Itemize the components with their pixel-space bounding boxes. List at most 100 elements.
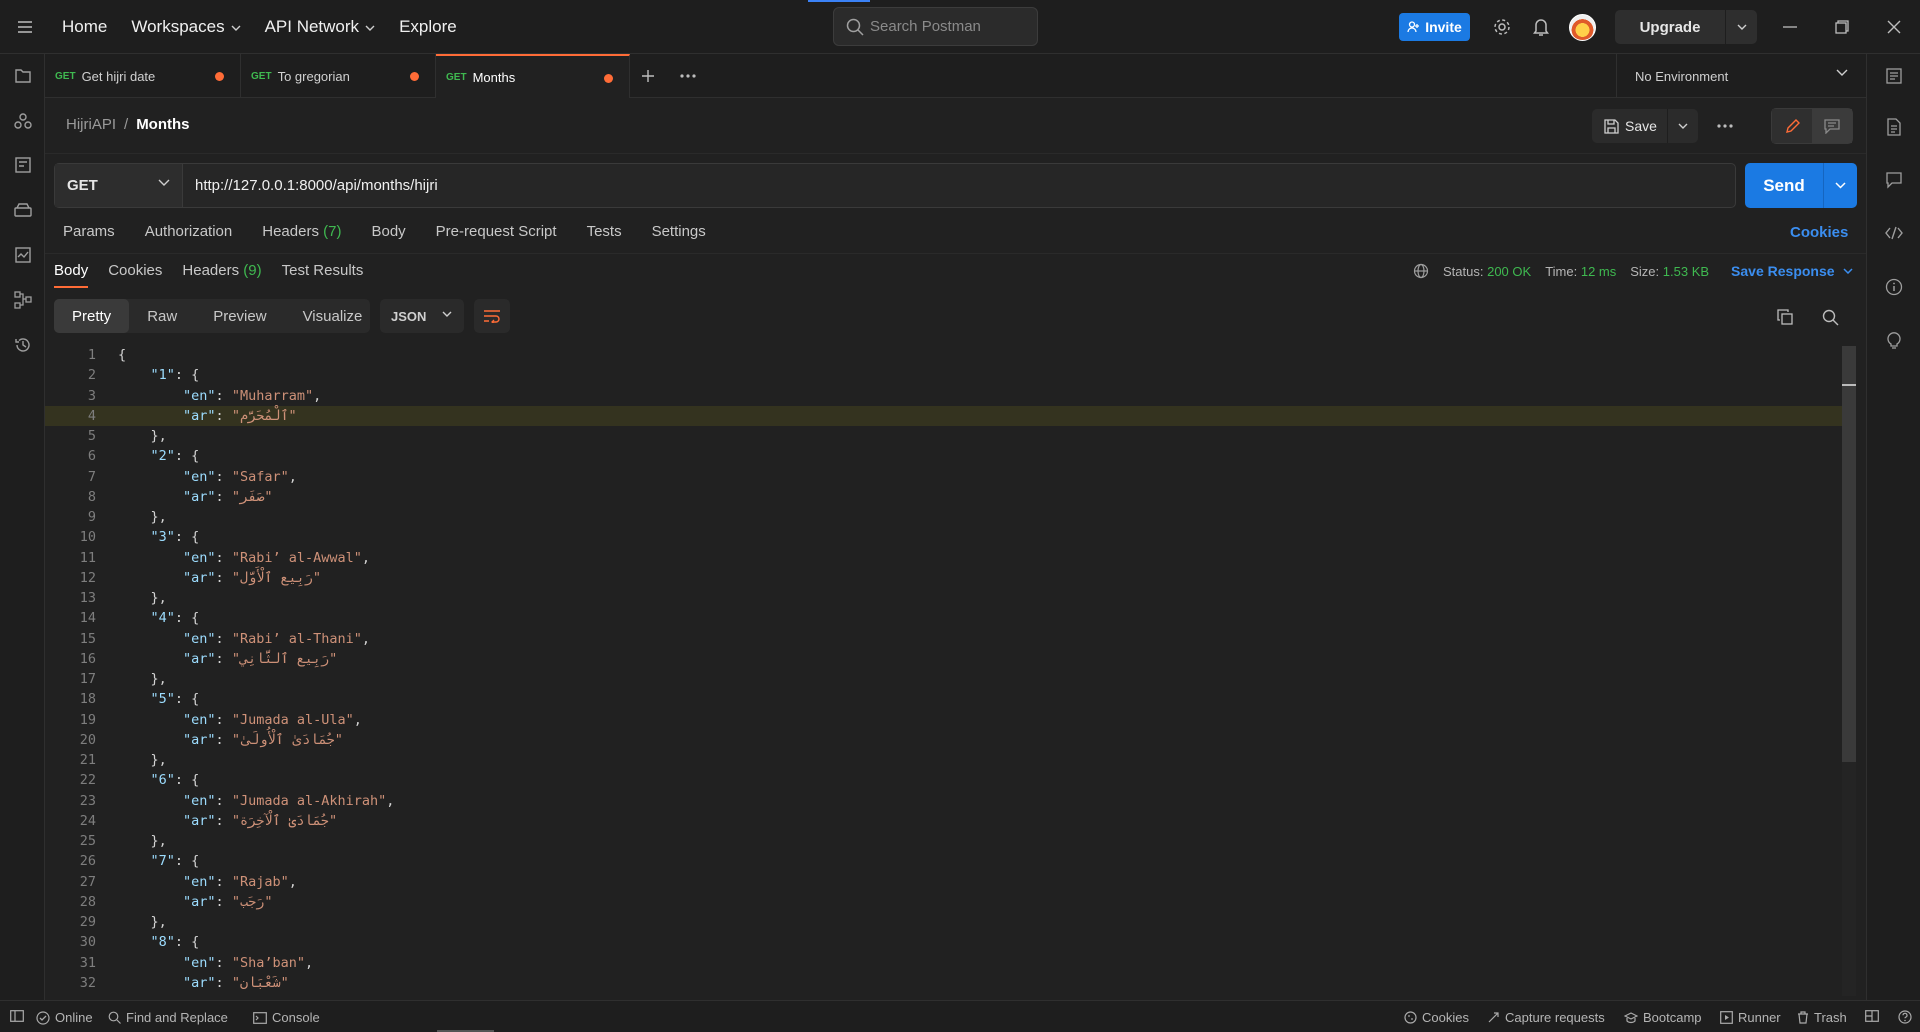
format-preview[interactable]: Preview — [195, 299, 284, 333]
runner-button[interactable]: Runner — [1720, 1010, 1781, 1025]
code-line[interactable]: 5 }, — [45, 426, 1856, 446]
cookies-link[interactable]: Cookies — [1790, 224, 1848, 241]
chevron-down-icon[interactable] — [1726, 24, 1757, 30]
tab-body[interactable]: Body — [371, 223, 405, 240]
nav-explore[interactable]: Explore — [387, 0, 469, 54]
close-icon[interactable] — [1882, 15, 1906, 39]
trash-button[interactable]: Trash — [1797, 1010, 1847, 1025]
nav-workspaces[interactable]: Workspaces — [119, 0, 252, 54]
collections-icon[interactable] — [12, 65, 34, 87]
code-line[interactable]: 20 "ar": "جُمَادَىٰ ٱلْأُولَىٰ" — [45, 730, 1856, 750]
format-pretty[interactable]: Pretty — [54, 299, 130, 333]
documentation-icon[interactable] — [1883, 116, 1905, 138]
code-line[interactable]: 9 }, — [45, 507, 1856, 527]
online-status[interactable]: Online — [36, 1010, 93, 1025]
tab-to-gregorian[interactable]: GET To gregorian — [241, 54, 436, 98]
code-line[interactable]: 23 "en": "Jumada al-Akhirah", — [45, 791, 1856, 811]
code-line[interactable]: 12 "ar": "رَبِيع ٱلْأَوَّل" — [45, 568, 1856, 588]
upgrade-button[interactable]: Upgrade — [1615, 10, 1757, 44]
format-raw[interactable]: Raw — [129, 299, 195, 333]
layout-icon[interactable] — [1865, 1010, 1879, 1022]
environments-icon[interactable] — [12, 154, 34, 176]
monitors-icon[interactable] — [12, 244, 34, 266]
code-line[interactable]: 13 }, — [45, 588, 1856, 608]
comments-icon[interactable] — [1883, 169, 1905, 191]
tab-headers[interactable]: Headers (7) — [262, 223, 341, 240]
code-icon[interactable] — [1883, 222, 1905, 244]
search-response-icon[interactable] — [1819, 306, 1841, 328]
new-tab-plus-icon[interactable] — [636, 65, 660, 87]
info-icon[interactable] — [1883, 276, 1905, 298]
code-line[interactable]: 25 }, — [45, 831, 1856, 851]
tab-get-hijri-date[interactable]: GET Get hijri date — [45, 54, 241, 98]
code-line[interactable]: 14 "4": { — [45, 608, 1856, 628]
globe-icon[interactable] — [1413, 263, 1429, 279]
nav-api-network[interactable]: API Network — [253, 0, 387, 54]
minimize-icon[interactable] — [1778, 15, 1802, 39]
response-time[interactable]: Time: 12 ms — [1545, 264, 1616, 279]
code-line[interactable]: 17 }, — [45, 669, 1856, 689]
restore-icon[interactable] — [1830, 15, 1854, 39]
lightbulb-icon[interactable] — [1883, 329, 1905, 351]
save-response-button[interactable]: Save Response — [1731, 263, 1853, 279]
breadcrumb-request[interactable]: Months — [136, 116, 189, 133]
bell-icon[interactable] — [1529, 15, 1553, 39]
code-line[interactable]: 21 }, — [45, 750, 1856, 770]
tab-months[interactable]: GET Months — [436, 54, 630, 98]
menu-icon[interactable] — [0, 0, 50, 54]
code-line[interactable]: 19 "en": "Jumada al-Ula", — [45, 710, 1856, 730]
nav-home[interactable]: Home — [50, 0, 119, 54]
search-input[interactable]: Search Postman — [833, 7, 1038, 46]
code-line[interactable]: 6 "2": { — [45, 446, 1856, 466]
code-line[interactable]: 10 "3": { — [45, 527, 1856, 547]
find-replace-button[interactable]: Find and Replace — [108, 1010, 228, 1025]
code-line[interactable]: 8 "ar": "صَفَر" — [45, 487, 1856, 507]
apis-icon[interactable] — [12, 110, 34, 132]
response-body-editor[interactable]: 1{2 "1": {3 "en": "Muharram", 4 "ar": "ٱل… — [45, 345, 1860, 995]
code-line[interactable]: 30 "8": { — [45, 932, 1856, 952]
edit-pencil-icon[interactable] — [1772, 109, 1812, 143]
code-line[interactable]: 1{ — [45, 345, 1856, 365]
environment-quick-look-icon[interactable] — [1883, 65, 1905, 87]
tab-response-headers[interactable]: Headers (9) — [182, 262, 261, 288]
invite-button[interactable]: Invite — [1399, 13, 1470, 41]
breadcrumb-collection[interactable]: HijriAPI — [66, 116, 116, 133]
code-line[interactable]: 7 "en": "Safar", — [45, 467, 1856, 487]
avatar[interactable] — [1569, 14, 1596, 41]
code-line[interactable]: 29 }, — [45, 912, 1856, 932]
code-line[interactable]: 28 "ar": "رَجَب" — [45, 892, 1856, 912]
help-icon[interactable] — [1898, 1010, 1912, 1024]
footer-cookies-button[interactable]: Cookies — [1404, 1010, 1469, 1025]
response-size[interactable]: Size: 1.53 KB — [1630, 264, 1709, 279]
environment-select[interactable]: No Environment — [1616, 54, 1866, 98]
code-line[interactable]: 2 "1": { — [45, 365, 1856, 385]
code-line[interactable]: 11 "en": "Rabi’ al-Awwal", — [45, 548, 1856, 568]
tab-response-cookies[interactable]: Cookies — [108, 262, 162, 288]
code-line[interactable]: 26 "7": { — [45, 851, 1856, 871]
method-select[interactable]: GET — [55, 164, 183, 207]
wrap-lines-icon[interactable] — [474, 299, 510, 333]
save-button[interactable]: Save — [1592, 109, 1698, 143]
more-tabs-icon[interactable] — [676, 65, 700, 87]
tab-prerequest-script[interactable]: Pre-request Script — [436, 223, 557, 240]
tab-params[interactable]: Params — [63, 223, 115, 240]
code-line[interactable]: 22 "6": { — [45, 770, 1856, 790]
language-select[interactable]: JSON — [380, 299, 464, 333]
copy-icon[interactable] — [1774, 306, 1796, 328]
tab-settings[interactable]: Settings — [652, 223, 706, 240]
scrollbar-thumb[interactable] — [1842, 346, 1856, 762]
code-line[interactable]: 16 "ar": "رَبِيع ٱلثَّانِي" — [45, 649, 1856, 669]
mock-servers-icon[interactable] — [12, 199, 34, 221]
history-icon[interactable] — [12, 334, 34, 356]
code-line[interactable]: 15 "en": "Rabi’ al-Thani", — [45, 629, 1856, 649]
toggle-sidebar-icon[interactable] — [10, 1010, 24, 1022]
capture-requests-button[interactable]: Capture requests — [1487, 1010, 1605, 1025]
gear-icon[interactable] — [1490, 15, 1514, 39]
comment-mode-icon[interactable] — [1812, 109, 1852, 143]
status-badge[interactable]: Status: 200 OK — [1443, 264, 1531, 279]
tab-authorization[interactable]: Authorization — [145, 223, 233, 240]
url-input[interactable] — [183, 164, 1735, 207]
more-options-icon[interactable] — [1712, 113, 1738, 139]
code-line[interactable]: 4 "ar": "ٱلْمُحَرَّم" — [45, 405, 1856, 426]
code-line[interactable]: 24 "ar": "جُمَادَىٰ ٱلْآخِرَة" — [45, 811, 1856, 831]
